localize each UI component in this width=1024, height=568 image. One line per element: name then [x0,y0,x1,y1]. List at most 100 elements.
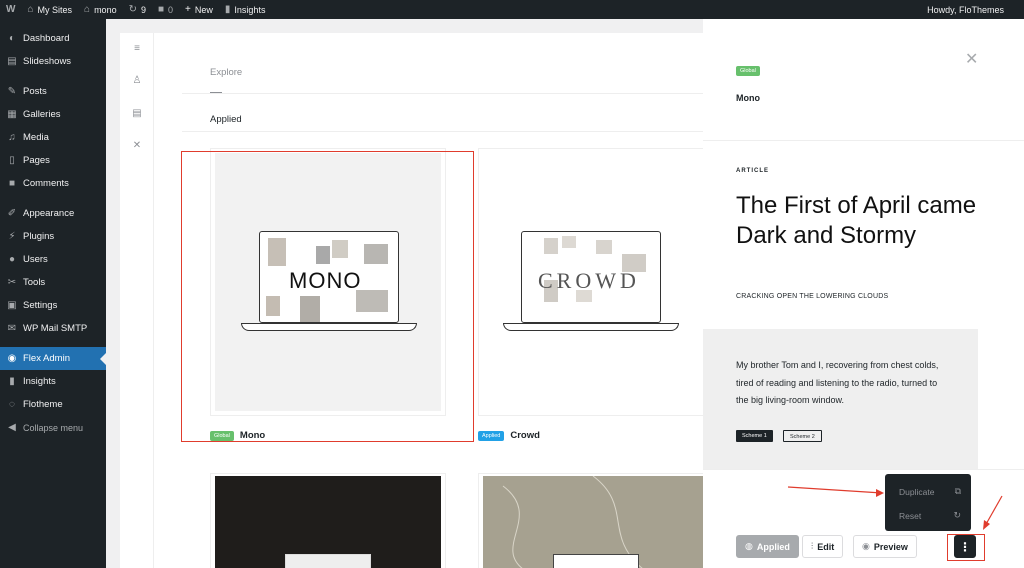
edit-label: Edit [817,541,835,552]
new-content-menu[interactable]: + New [179,0,219,19]
sidebar-item-galleries[interactable]: ▦ Galleries [0,103,106,126]
sidebar-item-label: Users [23,254,48,265]
sidebar-item-tools[interactable]: ✂ Tools [0,271,106,294]
sidebar-item-pages[interactable]: ▯ Pages [0,149,106,172]
flex-icon: ◉ [7,353,17,364]
sites-icon: ⌂ [27,3,34,15]
preview-category: ARTICLE [736,168,769,174]
list-icon[interactable]: ≡ [120,43,154,55]
reset-icon: ↻ [953,510,961,520]
sidebar-item-label: Tools [23,277,46,288]
document-icon[interactable]: ▤ [120,108,154,120]
collapse-icon: ◀ [8,422,16,433]
sidebar-item-posts[interactable]: ✎ Posts [0,80,106,103]
plug-icon: ⚡ [8,231,16,242]
card-preview-dark [215,476,441,568]
wordpress-logo-icon: W [6,3,16,15]
preview-title: CROWD [538,268,640,293]
sidebar-item-label: Pages [23,155,50,166]
updates-menu[interactable]: ↻ 9 [123,0,152,19]
laptop-base [503,323,679,331]
photo [562,236,576,248]
sidebar-item-flex-admin[interactable]: ◉ Flex Admin [0,347,106,370]
account-menu[interactable]: Howdy, FloThemes [927,0,1004,19]
annotation-highlight-box [181,151,474,442]
divider [703,140,1024,141]
sidebar-item-slideshows[interactable]: ▤ Slideshows [0,50,106,73]
eye-icon: ◉ [862,541,870,551]
tools-icon[interactable]: ✕ [120,140,154,152]
pages-icon: ▯ [9,155,15,166]
duplicate-menu-item[interactable]: Duplicate [899,487,934,497]
wrench-icon: ✂ [7,277,17,288]
sidebar-item-label: Media [23,132,49,143]
sidebar-item-flotheme[interactable]: ◌ Flotheme [0,393,106,416]
sliders-icon: ⫶ [811,541,814,551]
refresh-icon: ↻ [128,3,137,15]
edit-button[interactable]: ⫶ Edit [802,535,844,558]
comment-bubble-icon: ■ [157,3,165,15]
user-icon: ● [8,254,16,265]
laptop-screen [553,554,639,568]
comment-icon: ■ [8,178,16,189]
photo [544,238,558,254]
settings-icon: ▣ [7,300,17,311]
sidebar-item-comments[interactable]: ■ Comments [0,172,106,195]
more-actions-dropdown: Duplicate ⧉ Reset ↻ [885,474,971,531]
wp-logo-menu[interactable]: W [0,0,21,19]
side-rail: ≡ ♙ ▤ ✕ [120,33,154,568]
card-name: Crowd [510,430,540,441]
template-name: Mono [736,93,760,103]
flotheme-icon: ◌ [9,399,15,410]
preview-button[interactable]: ◉ Preview [853,535,917,558]
sidebar-item-wp-mail-smtp[interactable]: ✉ WP Mail SMTP [0,317,106,340]
my-sites-menu[interactable]: ⌂ My Sites [21,0,78,19]
card-label-crowd[interactable]: Applied Crowd [478,430,540,441]
insights-menu[interactable]: ▮ Insights [219,0,272,19]
preview-body-box: My brother Tom and I, recovering from ch… [703,329,978,470]
updates-count: 9 [140,4,146,15]
tab-applied[interactable]: Applied [210,114,242,125]
scheme-1-button[interactable]: Scheme 1 [736,430,773,442]
site-name-menu[interactable]: ⌂ mono [78,0,123,19]
preview-subheading: CRACKING OPEN THE LOWERING CLOUDS [736,293,889,300]
sidebar-item-label: Plugins [23,231,55,242]
reset-menu-item[interactable]: Reset [899,511,921,521]
preview-label: Preview [873,541,908,552]
sidebar-item-insights[interactable]: ▮ Insights [0,370,106,393]
close-icon[interactable]: ✕ [965,49,978,69]
sidebar-item-appearance[interactable]: ✐ Appearance [0,202,106,225]
template-card[interactable] [210,473,446,568]
globe-icon: ◍ [745,541,753,551]
sidebar-item-label: Flex Admin [23,353,70,364]
comments-menu[interactable]: ■ 0 [152,0,179,19]
template-card-crowd[interactable]: CROWD [478,148,721,416]
sidebar-item-media[interactable]: ♫ Media [0,126,106,149]
sidebar-item-users[interactable]: ● Users [0,248,106,271]
collapse-menu-button[interactable]: ◀ Collapse menu [0,416,106,439]
sidebar-item-dashboard[interactable]: ◐ Dashboard [0,27,106,50]
user-outline-icon[interactable]: ♙ [120,75,154,87]
tab-explore[interactable]: Explore [210,67,242,78]
dashboard-icon: ◐ [8,33,16,44]
gallery-icon: ▦ [7,109,17,120]
admin-sidebar: ◐ Dashboard ▤ Slideshows ✎ Posts ▦ Galleries… [0,19,106,568]
chart-icon: ▮ [9,376,15,387]
template-card[interactable] [478,473,721,568]
howdy-label: Howdy, FloThemes [927,4,1004,15]
home-icon: ⌂ [84,3,91,15]
comments-count: 0 [168,4,174,15]
sidebar-item-label: Comments [23,178,69,189]
preview-body-text: My brother Tom and I, recovering from ch… [736,360,939,405]
sidebar-item-plugins[interactable]: ⚡ Plugins [0,225,106,248]
sidebar-item-label: Settings [23,300,58,311]
slideshows-icon: ▤ [7,56,17,67]
card-preview: CROWD [483,153,721,411]
applied-label: Applied [756,541,790,552]
applied-button[interactable]: ◍ Applied [736,535,799,558]
sidebar-item-label: Slideshows [23,56,72,67]
annotation-highlight-box [947,534,985,561]
scheme-2-button[interactable]: Scheme 2 [783,430,822,442]
sidebar-item-settings[interactable]: ▣ Settings [0,294,106,317]
divider [703,469,1024,470]
